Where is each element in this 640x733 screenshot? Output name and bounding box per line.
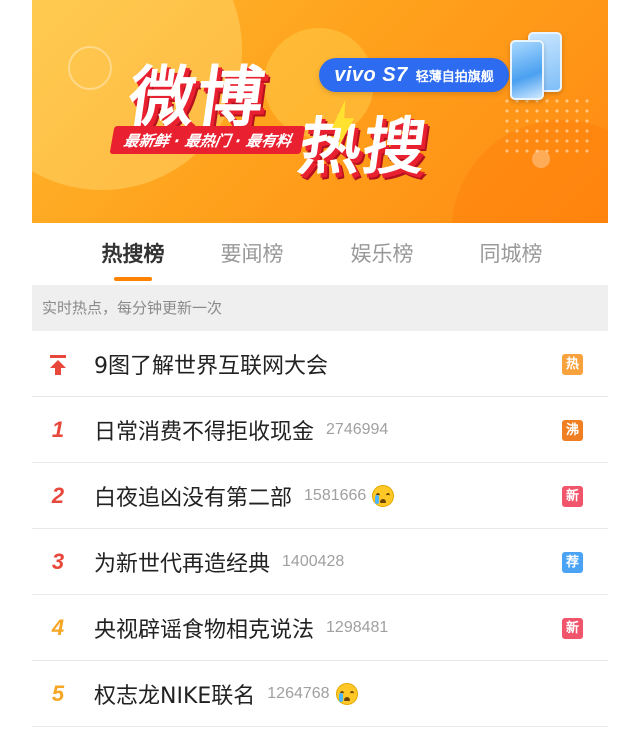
search-count: 1400428 [282,553,345,570]
topic-title[interactable]: 白夜追凶没有第二部 [94,480,292,512]
topic-title[interactable]: 央视辟谣食物相克说法 [94,612,314,644]
rank-number: 3 [51,549,65,574]
new-badge: 新 [562,486,583,507]
ranking-tabs: 热搜榜 要闻榜 娱乐榜 同城榜 [32,223,608,285]
topic-title[interactable]: 9图了解世界互联网大会 [94,348,328,380]
banner-tagline: 最新鲜 · 最热门 · 最有料 [109,126,306,154]
phone-image [510,40,544,100]
row-content: 白夜追凶没有第二部 1581666 [94,463,395,529]
tab-entertainment[interactable]: 娱乐榜 [337,241,427,267]
hot-search-row[interactable]: 3 为新世代再造经典 1400428 荐 [32,529,608,595]
new-badge: 新 [562,618,583,639]
hot-search-row[interactable]: 4 央视辟谣食物相克说法 1298481 新 [32,595,608,661]
sponsor-brand: vivo S7 [334,63,408,86]
search-count: 1264768 [267,685,330,702]
hot-search-list: 9图了解世界互联网大会 热 1 日常消费不得拒收现金 2746994 沸 2 白夜追凶没有第二… [32,331,608,727]
search-count: 2746994 [326,421,389,438]
tab-local[interactable]: 同城榜 [466,241,556,267]
topic-title[interactable]: 权志龙NIKE联名 [94,678,255,710]
hot-search-row[interactable]: 1 日常消费不得拒收现金 2746994 沸 [32,397,608,463]
rank-number: 4 [51,615,65,640]
recommend-badge: 荐 [562,552,583,573]
pin-to-top-icon [50,355,66,375]
rank-number: 1 [51,417,65,442]
tab-news[interactable]: 要闻榜 [207,241,297,267]
rank-number: 2 [51,483,65,508]
hot-search-row[interactable]: 2 白夜追凶没有第二部 1581666 新 [32,463,608,529]
row-content: 权志龙NIKE联名 1264768 [94,661,358,727]
row-content: 9图了解世界互联网大会 [94,331,328,397]
banner-logo-hot-search: 热搜 [294,110,433,183]
hot-badge: 热 [562,354,583,375]
update-notice: 实时热点，每分钟更新一次 [32,285,608,331]
crying-face-icon [372,485,395,507]
search-count: 1298481 [326,619,389,636]
weibo-hot-search-banner[interactable]: 微博 热搜 最新鲜 · 最热门 · 最有料 vivo S7 轻薄自拍旗舰 [32,0,608,223]
banner-dot-pattern [502,96,592,156]
topic-title[interactable]: 为新世代再造经典 [94,546,270,578]
row-content: 为新世代再造经典 1400428 [94,529,344,595]
topic-title[interactable]: 日常消费不得拒收现金 [94,414,314,446]
tab-hot-search[interactable]: 热搜榜 [88,241,178,267]
sponsor-slogan: 轻薄自拍旗舰 [415,69,494,85]
row-content: 央视辟谣食物相克说法 1298481 [94,595,388,661]
search-count: 1581666 [304,487,367,504]
banner-decoration [68,46,112,90]
rank-number: 5 [51,681,65,706]
active-tab-indicator [114,277,152,281]
hot-search-row[interactable]: 5 权志龙NIKE联名 1264768 [32,661,608,727]
hot-search-page: 微博 热搜 最新鲜 · 最热门 · 最有料 vivo S7 轻薄自拍旗舰 热搜榜… [32,0,608,733]
boil-badge: 沸 [562,420,583,441]
sponsor-badge[interactable]: vivo S7 轻薄自拍旗舰 [319,58,509,92]
crying-face-icon [335,683,358,705]
row-content: 日常消费不得拒收现金 2746994 [94,397,388,463]
hot-search-row[interactable]: 9图了解世界互联网大会 热 [32,331,608,397]
